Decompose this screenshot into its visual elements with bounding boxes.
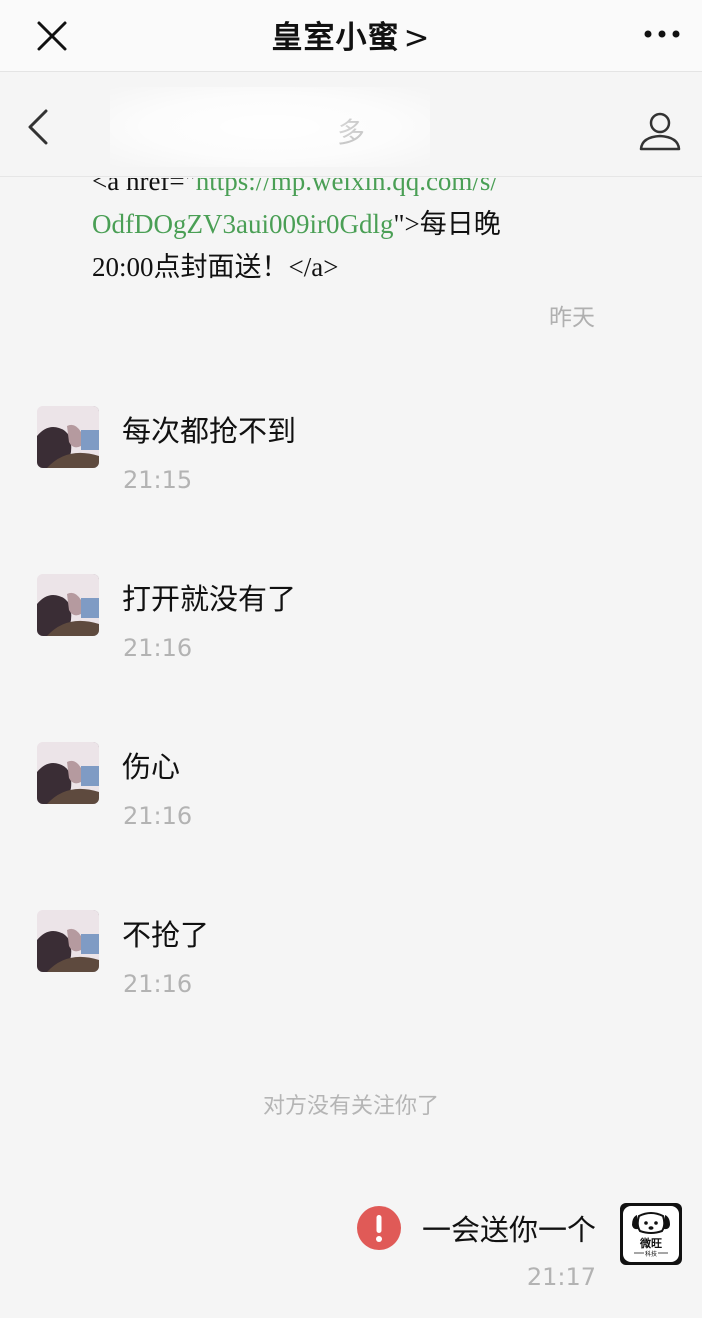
contact-avatar[interactable] — [37, 574, 99, 636]
cut-line3: 20:00点封面送！</a> — [92, 252, 339, 282]
account-title-text: 皇室小蜜 — [271, 20, 400, 56]
message-time: 21:16 — [123, 970, 193, 998]
my-avatar-text: 微旺 — [639, 1236, 662, 1250]
received-message: 每次都抢不到 21:15 — [37, 406, 637, 496]
contact-avatar[interactable] — [37, 910, 99, 972]
chevron-right-icon: > — [403, 20, 431, 56]
account-title[interactable]: 皇室小蜜 > — [0, 12, 702, 57]
message-time: 21:16 — [123, 802, 193, 830]
received-message: 打开就没有了 21:16 — [37, 574, 637, 664]
contact-avatar[interactable] — [37, 406, 99, 468]
message-text: 一会送你一个 — [421, 1213, 596, 1247]
more-icon[interactable] — [640, 16, 684, 52]
partial-message-text: <a href="https://mp.weixin.qq.com/s/ Odf… — [92, 178, 652, 289]
cut-line1-prefix: <a href=" — [92, 178, 196, 196]
message-text: 打开就没有了 — [122, 582, 297, 616]
my-avatar-subtext: 科技 — [645, 1250, 657, 1258]
sent-message: 一会送你一个 微旺 科技 21:17 — [322, 1203, 682, 1303]
chat-history[interactable]: <a href="https://mp.weixin.qq.com/s/ Odf… — [0, 178, 702, 1318]
send-failed-icon[interactable] — [356, 1205, 402, 1251]
top-bar: 皇室小蜜 > — [0, 0, 702, 72]
contact-avatar[interactable] — [37, 742, 99, 804]
system-notice: 对方没有关注你了 — [262, 1094, 439, 1119]
chat-nav-bar: 多 — [0, 73, 702, 177]
received-message: 不抢了 21:16 — [37, 910, 637, 1000]
profile-icon[interactable] — [638, 109, 682, 153]
message-time: 21:16 — [123, 634, 193, 662]
message-time: 昨天 — [549, 305, 595, 331]
my-avatar[interactable]: 微旺 科技 — [620, 1203, 682, 1265]
message-link[interactable]: https://mp.weixin.qq.com/s/ — [196, 178, 498, 196]
message-time: 21:15 — [123, 466, 193, 494]
cut-line2-suffix: ">每日晚 — [393, 209, 501, 239]
message-link-cont[interactable]: OdfDOgZV3aui009ir0Gdlg — [92, 209, 393, 239]
message-time: 21:17 — [526, 1263, 596, 1291]
message-text: 不抢了 — [122, 918, 210, 952]
chat-title: 多 — [336, 116, 365, 149]
message-text: 每次都抢不到 — [122, 414, 297, 448]
message-text: 伤心 — [122, 750, 181, 784]
received-message: 伤心 21:16 — [37, 742, 637, 832]
